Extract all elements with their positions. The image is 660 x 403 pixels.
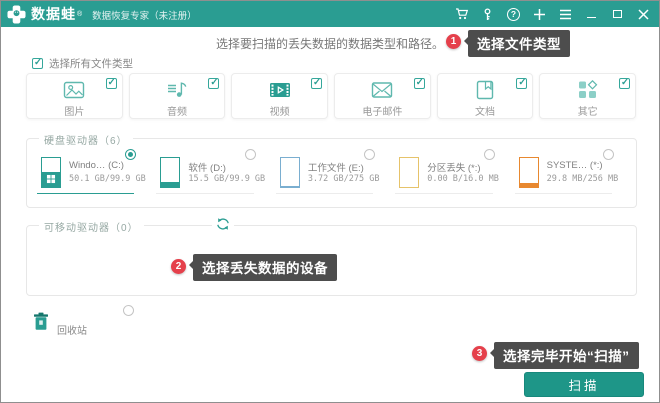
file-type-card[interactable]: 音频 (129, 73, 226, 119)
drive-radio[interactable] (125, 149, 136, 160)
drive-capacity: 15.5 GB/99.9 GB (188, 174, 265, 184)
drive-divider (37, 193, 134, 194)
drive-item[interactable]: SYSTE… (*:) 29.8 MB/256 MB (511, 139, 630, 207)
recycle-bin-radio[interactable] (123, 305, 134, 316)
step-tooltip-3: 选择完毕开始“扫描” (494, 342, 639, 369)
file-type-checkbox[interactable] (208, 78, 219, 89)
recycle-bin-item[interactable]: 回收站 (1, 301, 201, 346)
drive-name: SYSTE… (*:) (547, 160, 603, 171)
file-type-card[interactable]: 图片 (26, 73, 123, 119)
drive-capacity: 0.00 B/16.0 MB (427, 174, 499, 184)
video-icon (268, 78, 292, 102)
drive-item[interactable]: 分区丢失 (*:) 0.00 B/16.0 MB (391, 139, 510, 207)
hard-drives-section: 硬盘驱动器（6） Windo… (C:) 50.1 GB/99.9 GB (26, 138, 637, 208)
drive-icon (160, 157, 180, 188)
key-icon[interactable] (480, 7, 495, 22)
drive-radio[interactable] (245, 149, 256, 160)
drive-radio[interactable] (603, 149, 614, 160)
file-type-label: 音频 (167, 103, 187, 118)
app-window: 数据蛙 ® 数据恢复专家（未注册） 选择要扫描的丢失数据的数据类型和路径 (0, 0, 660, 403)
file-type-checkbox[interactable] (414, 78, 425, 89)
drive-icon (519, 157, 539, 188)
drive-item[interactable]: 工作文件 (E:) 3.72 GB/275 GB (272, 139, 391, 207)
drive-name: 软件 (D:) (188, 160, 225, 174)
file-type-cards: 图片 音频 视频 (26, 73, 636, 119)
drive-icon (280, 157, 300, 188)
select-all-row[interactable]: 选择所有文件类型 (32, 56, 133, 71)
step-tooltip-1: 选择文件类型 (468, 30, 570, 57)
windows-logo-icon (47, 175, 56, 184)
other-icon (576, 78, 600, 102)
app-name: 数据蛙 (31, 4, 76, 24)
removable-drives-title: 可移动驱动器（0） (39, 219, 144, 234)
file-type-checkbox[interactable] (311, 78, 322, 89)
refresh-icon[interactable] (212, 216, 234, 237)
file-type-card[interactable]: 电子邮件 (334, 73, 431, 119)
trash-icon (33, 312, 49, 331)
drive-name: 分区丢失 (*:) (427, 160, 480, 174)
file-type-checkbox[interactable] (516, 78, 527, 89)
audio-icon (165, 78, 189, 102)
drive-name: Windo… (C:) (69, 160, 124, 171)
menu-icon[interactable] (558, 7, 573, 22)
drive-radio[interactable] (484, 149, 495, 160)
drive-radio[interactable] (364, 149, 375, 160)
email-icon (370, 78, 394, 102)
file-type-card[interactable]: 视频 (231, 73, 328, 119)
document-icon (473, 78, 497, 102)
file-type-card[interactable]: 其它 (539, 73, 636, 119)
drive-item[interactable]: Windo… (C:) 50.1 GB/99.9 GB (33, 139, 152, 207)
file-type-label: 文档 (475, 103, 495, 118)
app-logo-icon (7, 5, 26, 24)
drive-divider (156, 193, 253, 194)
drive-divider (515, 193, 612, 194)
select-all-label: 选择所有文件类型 (49, 56, 133, 71)
titlebar: 数据蛙 ® 数据恢复专家（未注册） (1, 1, 659, 27)
drive-capacity: 3.72 GB/275 GB (308, 174, 380, 184)
help-icon[interactable] (506, 7, 521, 22)
scan-button[interactable]: 扫描 (524, 372, 644, 397)
drive-item[interactable]: 软件 (D:) 15.5 GB/99.9 GB (152, 139, 271, 207)
file-type-checkbox[interactable] (619, 78, 630, 89)
file-type-checkbox[interactable] (106, 78, 117, 89)
drive-name: 工作文件 (E:) (308, 160, 364, 174)
image-icon (62, 78, 86, 102)
drive-capacity: 29.8 MB/256 MB (547, 174, 619, 184)
cart-icon[interactable] (454, 7, 469, 22)
drive-icon (41, 157, 61, 188)
minimize-button[interactable] (584, 7, 599, 22)
file-type-label: 电子邮件 (362, 103, 402, 118)
maximize-button[interactable] (610, 7, 625, 22)
trademark-mark: ® (77, 11, 82, 18)
close-button[interactable] (636, 7, 651, 22)
plus-icon[interactable] (532, 7, 547, 22)
file-type-label: 图片 (64, 103, 84, 118)
drive-icon (399, 157, 419, 188)
file-type-card[interactable]: 文档 (437, 73, 534, 119)
recycle-bin-label: 回收站 (57, 322, 87, 337)
app-subtitle: 数据恢复专家（未注册） (92, 8, 197, 22)
drive-divider (395, 193, 492, 194)
select-all-checkbox[interactable] (32, 58, 43, 69)
step-tooltip-2: 选择丢失数据的设备 (193, 254, 337, 281)
drive-divider (276, 193, 373, 194)
file-type-label: 其它 (578, 103, 598, 118)
drive-capacity: 50.1 GB/99.9 GB (69, 174, 146, 184)
file-type-label: 视频 (270, 103, 290, 118)
